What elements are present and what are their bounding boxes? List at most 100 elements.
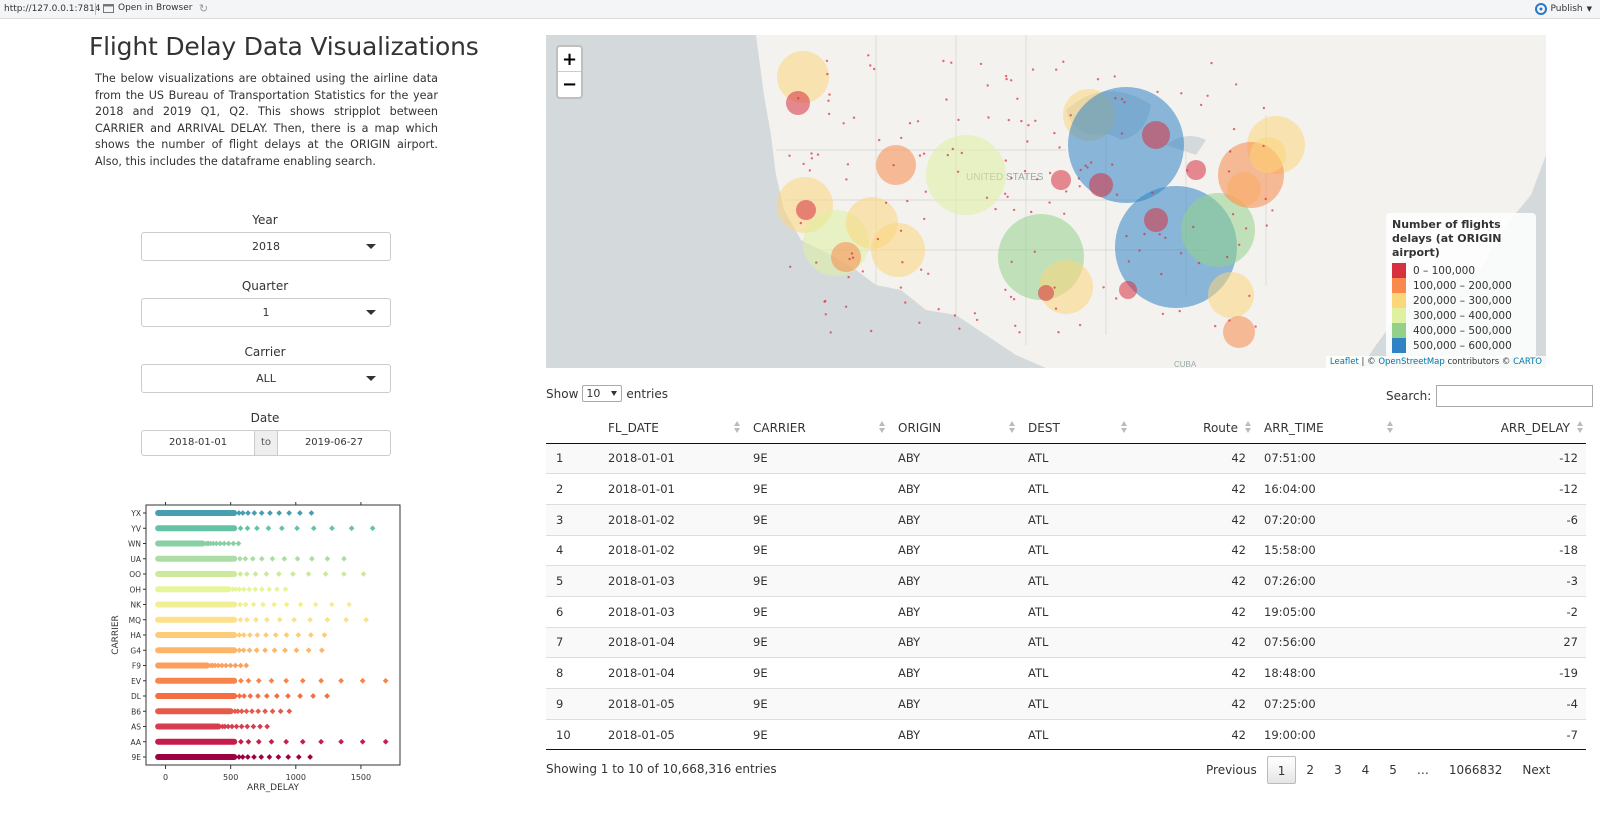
table-cell: ATL <box>1018 473 1130 505</box>
column-header-arr_delay[interactable]: ARR_DELAY <box>1396 413 1586 444</box>
carrier-label: Carrier <box>244 345 286 359</box>
airport-bubble[interactable] <box>1119 281 1137 299</box>
year-select[interactable]: 2018 <box>141 232 391 261</box>
table-row[interactable]: 5 2018-01-03 9E ABY ATL 42 07:26:00 -3 <box>546 565 1586 597</box>
airport-bubble[interactable] <box>1068 87 1184 203</box>
carrier-strip <box>155 601 238 608</box>
airport-dot <box>899 286 903 289</box>
airport-dot <box>1058 146 1061 149</box>
airport-dot <box>1054 307 1058 310</box>
table-row[interactable]: 3 2018-01-02 9E ABY ATL 42 07:20:00 -6 <box>546 503 1586 536</box>
airport-bubble[interactable] <box>1038 285 1054 301</box>
table-cell: ABY <box>888 626 1018 658</box>
airport-bubble[interactable] <box>1142 121 1170 149</box>
airport-dot <box>1115 193 1119 196</box>
airport-bubble[interactable] <box>831 242 861 272</box>
table-cell: 7 <box>546 626 598 658</box>
zoom-out-button[interactable]: − <box>558 72 581 97</box>
page-button[interactable]: 3 <box>1324 756 1352 784</box>
airport-dot <box>1214 324 1217 328</box>
table-row[interactable]: 8 2018-01-04 9E ABY ATL 42 18:48:00 -19 <box>546 657 1586 689</box>
page-button[interactable]: 1 <box>1266 756 1297 784</box>
airport-dot <box>1115 297 1118 300</box>
carrier-strip <box>155 693 238 699</box>
caret-down-icon <box>366 244 376 249</box>
airport-bubble[interactable] <box>796 200 816 220</box>
table-row[interactable]: 4 2018-01-02 9E ABY ATL 42 15:58:00 -18 <box>546 534 1586 566</box>
airport-bubble[interactable] <box>1051 170 1071 190</box>
table-cell: ABY <box>888 595 1018 628</box>
airport-bubble[interactable] <box>1250 137 1286 173</box>
airport-dot <box>1006 195 1009 198</box>
search-input[interactable] <box>1436 385 1594 407</box>
column-header-arr_time[interactable]: ARR_TIME <box>1254 413 1396 444</box>
airport-dot <box>892 164 895 167</box>
airport-bubble[interactable] <box>1208 272 1254 318</box>
carrier-select[interactable]: ALL <box>141 364 391 393</box>
quarter-select[interactable]: 1 <box>141 298 391 327</box>
airport-dot <box>908 122 912 125</box>
zoom-in-button[interactable]: + <box>558 47 581 72</box>
airport-bubble[interactable] <box>876 145 916 185</box>
airport-dot <box>920 268 923 271</box>
open-in-browser-button[interactable]: Open in Browser <box>103 3 192 13</box>
airport-dot <box>1244 227 1248 230</box>
airport-dot <box>1226 255 1229 259</box>
table-row[interactable]: 6 2018-01-03 9E ABY ATL 42 19:05:00 -2 <box>546 595 1586 628</box>
airport-dot <box>824 313 827 316</box>
table-row[interactable]: 10 2018-01-05 9E ABY ATL 42 19:00:00 -7 <box>546 718 1586 751</box>
airport-bubble[interactable] <box>786 91 810 115</box>
page-button[interactable]: 4 <box>1352 756 1380 784</box>
legend-item: 0 – 100,000 <box>1392 263 1530 278</box>
table-row[interactable]: 7 2018-01-04 9E ABY ATL 42 07:56:00 27 <box>546 626 1586 658</box>
delay-map[interactable]: UNITED STATES CUBA + − Number of flights… <box>546 35 1546 368</box>
airport-bubble[interactable] <box>1223 316 1255 348</box>
airport-bubble[interactable] <box>1144 208 1168 232</box>
column-header-route[interactable]: Route <box>1130 413 1254 444</box>
airport-bubble[interactable] <box>1089 173 1113 197</box>
next-page-button[interactable]: Next <box>1512 756 1560 784</box>
page-button[interactable]: 1066832 <box>1439 756 1512 784</box>
column-header-carrier[interactable]: CARRIER <box>743 413 888 444</box>
publish-button[interactable]: Publish ▼ <box>1534 3 1592 15</box>
column-header-dest[interactable]: DEST <box>1018 413 1130 444</box>
zoom-control: + − <box>556 45 583 99</box>
airport-dot <box>1123 101 1126 104</box>
table-row[interactable]: 1 2018-01-01 9E ABY ATL 42 07:51:00 -12 <box>546 442 1586 474</box>
refresh-icon[interactable]: ↻ <box>197 2 210 15</box>
airport-dot <box>986 84 989 87</box>
table-cell: ABY <box>888 657 1018 689</box>
table-cell: 42 <box>1130 718 1254 751</box>
legend-swatch <box>1392 293 1406 308</box>
airport-dot <box>1086 166 1089 169</box>
table-row[interactable]: 2 2018-01-01 9E ABY ATL 42 16:04:00 -12 <box>546 473 1586 505</box>
column-header-origin[interactable]: ORIGIN <box>888 413 1018 444</box>
table-row[interactable]: 9 2018-01-05 9E ABY ATL 42 07:25:00 -4 <box>546 688 1586 720</box>
airport-dot <box>945 98 948 101</box>
leaflet-link[interactable]: Leaflet <box>1330 357 1359 367</box>
y-tick-label: OH <box>129 585 141 594</box>
column-header-fl_date[interactable]: FL_DATE <box>598 413 743 444</box>
airport-dot <box>1034 119 1037 123</box>
page-button[interactable]: 2 <box>1296 756 1324 784</box>
osm-link[interactable]: OpenStreetMap <box>1378 357 1444 367</box>
table-cell: 07:51:00 <box>1254 442 1396 474</box>
airport-dot <box>876 237 880 241</box>
page-length-select[interactable]: 10 <box>582 385 623 402</box>
start-date-input[interactable]: 2018-01-01 <box>141 430 255 456</box>
airport-bubble[interactable] <box>871 223 925 277</box>
carto-link[interactable]: CARTO <box>1513 357 1542 367</box>
table-cell: ABY <box>888 718 1018 751</box>
column-header-index[interactable] <box>546 413 598 444</box>
page-button[interactable]: 5 <box>1379 756 1407 784</box>
legend-label: 100,000 – 200,000 <box>1413 279 1512 292</box>
end-date-input[interactable]: 2019-06-27 <box>277 430 391 456</box>
airport-dot <box>985 196 989 199</box>
airport-dot <box>1265 224 1268 227</box>
legend-item: 300,000 – 400,000 <box>1392 308 1530 323</box>
previous-page-button[interactable]: Previous <box>1196 756 1267 784</box>
legend-item: 400,000 – 500,000 <box>1392 323 1530 338</box>
airport-dot <box>1078 185 1081 188</box>
airport-bubble[interactable] <box>926 135 1006 215</box>
airport-bubble[interactable] <box>1186 160 1206 180</box>
